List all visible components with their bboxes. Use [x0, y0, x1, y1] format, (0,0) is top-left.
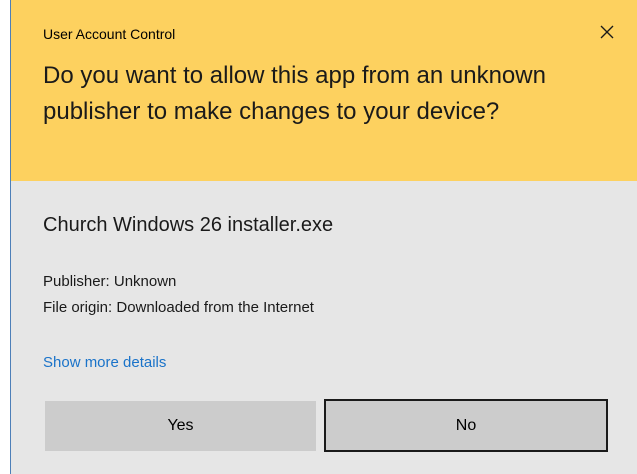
close-glyph [600, 25, 614, 39]
close-icon[interactable] [593, 18, 621, 46]
yes-button[interactable]: Yes [45, 401, 316, 451]
file-origin-info: File origin: Downloaded from the Interne… [43, 299, 314, 316]
window-title: User Account Control [43, 26, 176, 42]
app-name: Church Windows 26 installer.exe [43, 214, 334, 236]
dialog-body: Church Windows 26 installer.exe Publishe… [11, 181, 637, 474]
prompt-question: Do you want to allow this app from an un… [43, 62, 546, 125]
dialog-header: User Account Control Do you want to allo… [11, 0, 637, 181]
show-more-details-link[interactable]: Show more details [43, 354, 166, 371]
publisher-info: Publisher: Unknown [43, 273, 177, 290]
no-button[interactable]: No [324, 399, 608, 452]
uac-dialog: User Account Control Do you want to allo… [10, 0, 637, 474]
